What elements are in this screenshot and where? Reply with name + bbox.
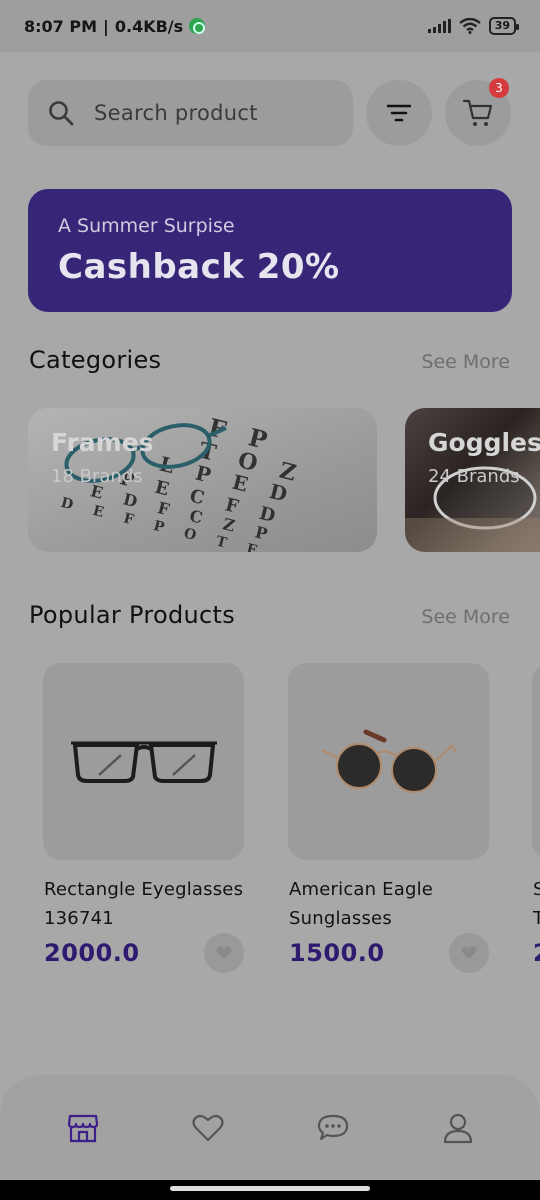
product-name-line2: T bbox=[533, 908, 540, 929]
category-name: Frames bbox=[51, 428, 154, 457]
eyeglasses-image bbox=[70, 741, 217, 783]
categories-see-more[interactable]: See More bbox=[421, 351, 510, 373]
product-name-line1: American Eagle bbox=[289, 879, 434, 900]
heart-icon bbox=[461, 946, 477, 959]
sunglasses-image bbox=[321, 729, 457, 793]
signal-icon bbox=[427, 19, 451, 33]
cart-button[interactable]: 3 bbox=[445, 78, 511, 146]
promo-banner[interactable]: A Summer Surpise Cashback 20% bbox=[28, 189, 512, 312]
product-name-line2: Sunglasses bbox=[289, 908, 392, 929]
filter-button[interactable] bbox=[366, 80, 432, 146]
product-price: 1500.0 bbox=[289, 939, 385, 967]
product-name-line2: 136741 bbox=[44, 908, 114, 929]
cart-icon bbox=[462, 99, 493, 126]
promo-subtitle: A Summer Surpise bbox=[58, 215, 235, 237]
product-card-image[interactable] bbox=[532, 663, 540, 860]
nav-messages[interactable] bbox=[303, 1098, 363, 1158]
status-speed: 0.4KB/s bbox=[114, 16, 184, 36]
category-brand-count: 18 Brands bbox=[51, 466, 143, 487]
nav-favorites[interactable] bbox=[178, 1098, 238, 1158]
product-price: 2 bbox=[533, 939, 540, 967]
status-divider: | bbox=[103, 16, 109, 36]
product-card-image[interactable] bbox=[288, 663, 489, 860]
status-bar: 8:07 PM | 0.4KB/s 39 bbox=[0, 0, 540, 52]
status-time: 8:07 PM bbox=[24, 16, 98, 36]
promo-title: Cashback 20% bbox=[58, 247, 340, 287]
whatsapp-icon bbox=[189, 18, 206, 34]
category-card-frames[interactable]: F P T O Z L P E D P E C F D E D F C Z P … bbox=[28, 408, 377, 552]
store-icon bbox=[67, 1114, 98, 1142]
product-price: 2000.0 bbox=[44, 939, 140, 967]
chat-icon bbox=[317, 1114, 348, 1140]
categories-title: Categories bbox=[29, 346, 162, 374]
product-name-line1: S bbox=[533, 879, 540, 900]
system-home-bar bbox=[0, 1180, 540, 1200]
category-brand-count: 24 Brands bbox=[428, 466, 520, 487]
heart-icon bbox=[216, 946, 232, 959]
product-card-image[interactable] bbox=[43, 663, 244, 860]
popular-products-title: Popular Products bbox=[29, 601, 236, 629]
product-name-line1: Rectangle Eyeglasses bbox=[44, 879, 244, 900]
status-left: 8:07 PM | 0.4KB/s bbox=[24, 16, 206, 36]
cart-count-badge: 3 bbox=[489, 78, 509, 98]
popular-see-more[interactable]: See More bbox=[421, 606, 510, 628]
heart-icon bbox=[191, 1114, 224, 1141]
search-icon bbox=[49, 101, 74, 126]
bottom-navigation bbox=[0, 1075, 540, 1180]
nav-store[interactable] bbox=[53, 1098, 113, 1158]
profile-icon bbox=[443, 1113, 472, 1143]
category-card-goggles[interactable]: Goggles 24 Brands bbox=[405, 408, 540, 552]
status-right: 39 bbox=[427, 17, 520, 35]
nav-profile[interactable] bbox=[428, 1098, 488, 1158]
favorite-button[interactable] bbox=[449, 933, 489, 973]
search-input[interactable]: Search product bbox=[28, 80, 353, 146]
filter-icon bbox=[387, 104, 411, 122]
wifi-icon bbox=[458, 18, 481, 34]
favorite-button[interactable] bbox=[204, 933, 244, 973]
home-indicator[interactable] bbox=[170, 1186, 370, 1191]
search-placeholder: Search product bbox=[94, 101, 258, 125]
battery-indicator: 39 bbox=[488, 17, 520, 35]
category-name: Goggles bbox=[428, 428, 540, 457]
